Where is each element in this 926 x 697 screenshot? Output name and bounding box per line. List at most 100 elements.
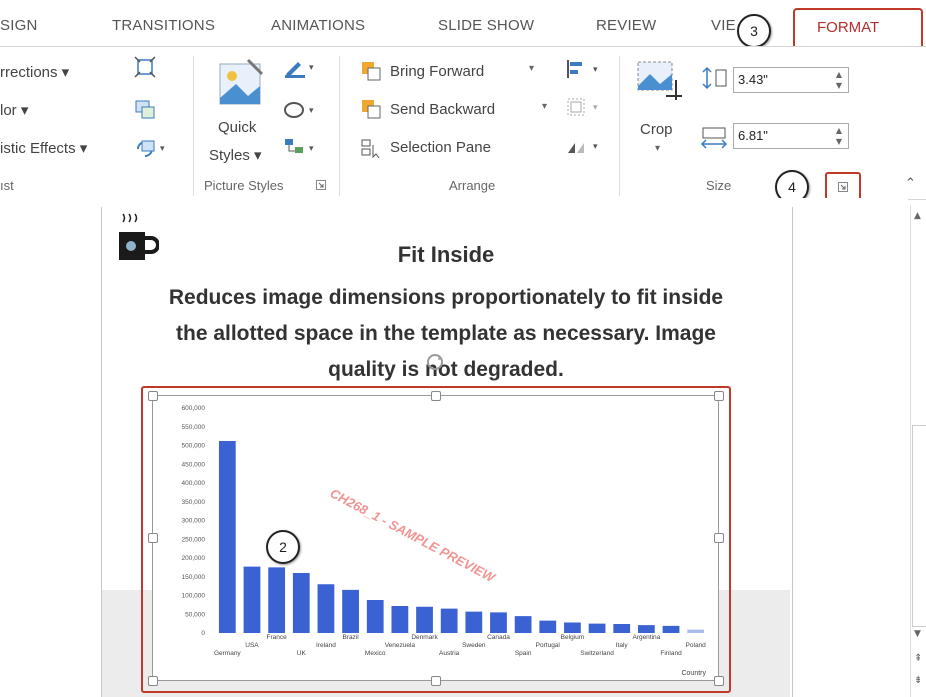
rotate-handle-icon[interactable] [425, 352, 445, 372]
tab-slide-show[interactable]: SLIDE SHOW [438, 17, 534, 34]
arrange-group-title: Arrange [449, 178, 496, 193]
tab-review[interactable]: REVIEW [596, 17, 656, 34]
vertical-scrollbar[interactable]: ▲ ▼ ⇞ ⇟ [910, 205, 926, 697]
color-button[interactable]: lor ▾ [0, 101, 28, 119]
resize-handle[interactable] [714, 533, 724, 543]
y-tick-label: 550,000 [182, 424, 206, 431]
styles-dropdown[interactable]: Styles ▾ [209, 146, 262, 164]
y-tick-label: 50,000 [185, 611, 205, 618]
size-group-title: Size [706, 178, 732, 193]
send-backward-button[interactable]: Send Backward [390, 101, 495, 118]
picture-styles-launcher-icon[interactable] [316, 180, 326, 190]
tab-transitions[interactable]: TRANSITIONS [112, 17, 215, 34]
bring-forward-button[interactable]: Bring Forward [390, 63, 484, 80]
resize-handle[interactable] [148, 391, 158, 401]
adjust-group-title: ıst [0, 178, 14, 193]
y-tick-label: 300,000 [182, 518, 206, 525]
x-tick-label: Brazil [342, 634, 359, 641]
align-icon[interactable]: ▾ [565, 58, 605, 80]
selection-pane-button[interactable]: Selection Pane [390, 139, 491, 156]
height-value[interactable]: 3.43" [738, 72, 768, 87]
resize-handle[interactable] [431, 391, 441, 401]
x-tick-label: Denmark [411, 634, 438, 641]
bar-canada [490, 612, 507, 633]
spin-up-icon[interactable]: ▲ [836, 70, 842, 79]
x-tick-label: Ireland [316, 642, 336, 649]
bar-sweden [465, 611, 483, 633]
next-slide-icon[interactable]: ⇟ [914, 675, 922, 686]
resize-handle[interactable] [431, 676, 441, 686]
callout-3: 3 [737, 14, 771, 48]
x-tick-label: France [267, 634, 288, 641]
bar-venezuela [391, 606, 409, 633]
scroll-down-icon[interactable]: ▼ [914, 629, 921, 639]
resize-handle[interactable] [714, 676, 724, 686]
corrections-button[interactable]: rrections ▾ [0, 63, 69, 81]
picture-border-icon[interactable]: ▾ [283, 56, 319, 78]
bring-forward-icon [362, 62, 381, 81]
slide-body-line-1: Reduces image dimensions proportionately… [168, 286, 724, 309]
tab-view[interactable]: VIE [711, 17, 736, 34]
scroll-up-icon[interactable]: ▲ [914, 211, 921, 221]
bring-forward-dropdown-icon[interactable]: ▾ [529, 63, 534, 74]
y-tick-label: 150,000 [182, 574, 206, 581]
compress-pictures-icon[interactable] [134, 56, 156, 78]
reset-picture-icon[interactable]: ▾ [134, 137, 170, 159]
crop-icon[interactable] [636, 60, 684, 104]
resize-handle[interactable] [148, 676, 158, 686]
scrollbar-thumb[interactable] [912, 425, 926, 627]
svg-text:▾: ▾ [593, 141, 598, 151]
resize-handle[interactable] [148, 533, 158, 543]
bar-spain [514, 616, 532, 633]
crop-dropdown-icon[interactable]: ▾ [655, 143, 660, 154]
group-separator [619, 56, 620, 196]
bar-austria [440, 608, 458, 633]
spin-down-icon[interactable]: ▼ [836, 137, 842, 146]
x-tick-label: Italy [616, 642, 629, 649]
svg-text:▾: ▾ [593, 102, 598, 112]
picture-layout-icon[interactable]: ▾ [283, 137, 319, 159]
rotate-icon[interactable]: ▾ [565, 135, 605, 157]
bar-belgium [564, 622, 581, 633]
tab-design[interactable]: SIGN [0, 17, 37, 34]
width-value[interactable]: 6.81" [738, 128, 768, 143]
crop-label[interactable]: Crop [640, 121, 673, 138]
tab-animations[interactable]: ANIMATIONS [271, 17, 365, 34]
bar-mexico [366, 600, 384, 633]
spin-up-icon[interactable]: ▲ [836, 126, 842, 135]
bar-poland [687, 629, 705, 633]
x-tick-label: Finland [660, 650, 682, 657]
size-dialog-launcher-icon[interactable] [838, 182, 848, 192]
bar-finland [662, 625, 680, 633]
bar-brazil [342, 589, 359, 633]
slide-body-line-3: quality is not degraded. [328, 358, 564, 381]
quick-styles-icon[interactable] [218, 56, 266, 112]
svg-text:▾: ▾ [309, 105, 314, 115]
change-picture-icon[interactable] [134, 99, 156, 121]
previous-slide-icon[interactable]: ⇞ [914, 653, 922, 664]
group-separator [339, 56, 340, 196]
chart-image[interactable]: 600,000 550,000 500,000 450,000 400,000 350,0… [152, 395, 719, 681]
slide-title: Fit Inside [397, 242, 495, 267]
send-backward-dropdown-icon[interactable]: ▾ [542, 101, 547, 112]
y-tick-label: 0 [201, 630, 205, 637]
x-axis-label: Country [681, 670, 706, 677]
height-stepper[interactable]: 3.43" ▲ ▼ [733, 67, 849, 93]
resize-handle[interactable] [714, 391, 724, 401]
group-objects-icon[interactable]: ▾ [565, 96, 605, 118]
bar-ireland [317, 584, 335, 633]
x-tick-label: Venezuela [385, 642, 416, 649]
svg-text:▾: ▾ [593, 64, 598, 74]
tab-format[interactable]: FORMAT [793, 8, 923, 48]
spin-down-icon[interactable]: ▼ [836, 81, 842, 90]
x-tick-label: Germany [214, 650, 241, 657]
collapse-ribbon-icon[interactable]: ⌃ [905, 176, 916, 191]
width-stepper[interactable]: 6.81" ▲ ▼ [733, 123, 849, 149]
quick-styles-label[interactable]: Quick [218, 119, 256, 136]
slide-body-line-2: the allotted space in the template as ne… [176, 322, 716, 345]
picture-effects-icon[interactable]: ▾ [283, 99, 319, 121]
x-tick-label: UK [297, 650, 307, 657]
artistic-effects-button[interactable]: istic Effects ▾ [0, 139, 87, 157]
x-tick-label: Sweden [462, 642, 486, 649]
bar-usa [243, 566, 261, 633]
